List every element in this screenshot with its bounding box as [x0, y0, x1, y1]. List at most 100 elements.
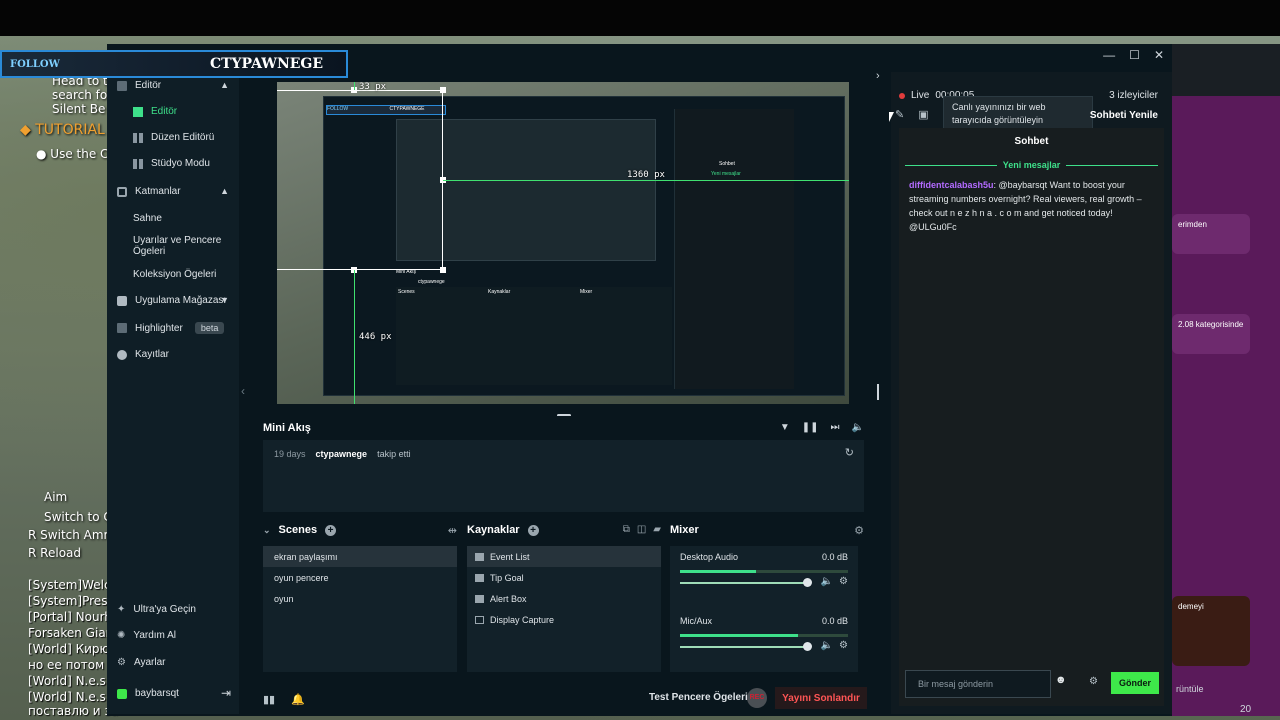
layers-icon[interactable]: ◫: [637, 524, 646, 535]
nav-item-user[interactable]: baybarsqt: [117, 688, 179, 699]
panel-resize-grip[interactable]: [877, 384, 879, 400]
sources-dock: Kaynaklar + ⧉ ◫ ▰ Event List Tip Goal Al…: [467, 520, 661, 672]
nav-item-studio-mode[interactable]: Stüdyo Modu: [133, 158, 210, 169]
browser-footer: rüntüle: [1176, 684, 1204, 694]
scene-transition-icon[interactable]: ⇹: [448, 524, 457, 537]
stream-preview[interactable]: FOLLOW CTYPAWNEGE Mini Akış ctypawnege S…: [277, 82, 849, 404]
nav-item-highlighter[interactable]: Highlighter beta: [117, 322, 225, 334]
source-item[interactable]: Alert Box: [467, 588, 661, 609]
repeat-icon[interactable]: ↻: [845, 446, 854, 459]
chat-log-line: поставлю и за: [28, 704, 119, 718]
source-item[interactable]: Tip Goal: [467, 567, 661, 588]
nav-item-alerts[interactable]: Uyarılar ve Pencere Ögeleri: [133, 235, 223, 257]
volume-slider[interactable]: [680, 642, 812, 651]
follow-label: FOLLOW: [10, 58, 60, 70]
stats-icon[interactable]: ▮▮: [263, 693, 275, 706]
nav-item-layout-editor[interactable]: Düzen Editörü: [133, 132, 214, 143]
pencil-icon[interactable]: ✎: [895, 108, 904, 121]
close-button[interactable]: ✕: [1154, 48, 1164, 62]
chevron-up-icon[interactable]: ▲: [220, 80, 229, 90]
sources-header: Kaynaklar +: [467, 524, 539, 536]
speaker-icon[interactable]: 🔈: [821, 640, 833, 651]
source-item[interactable]: Display Capture: [467, 609, 661, 630]
pause-icon[interactable]: ❚❚: [802, 422, 819, 433]
skip-icon[interactable]: ⏭: [831, 422, 840, 433]
folder-icon[interactable]: ▰: [653, 524, 661, 535]
resize-handle[interactable]: [440, 267, 446, 273]
selection-box[interactable]: [277, 90, 443, 270]
mixer-body: Desktop Audio 0.0 dB 🔈 ⚙ Mic/Aux 0.0 dB 🔈…: [670, 546, 858, 672]
popout-icon[interactable]: ▣: [918, 108, 928, 121]
volume-icon[interactable]: 🔈: [852, 422, 864, 433]
volume-meter: [680, 570, 848, 573]
ultra-icon: ✦: [117, 604, 126, 615]
test-widgets-label[interactable]: Test Pencere Ögeleri: [649, 692, 748, 703]
collapse-nav-icon[interactable]: ‹: [241, 384, 245, 398]
list-icon: [475, 552, 484, 561]
gear-icon[interactable]: ⚙: [854, 524, 864, 537]
chevron-down-icon[interactable]: ▼: [220, 295, 229, 305]
measure-bottom: 446 px: [359, 332, 392, 342]
chevron-down-icon[interactable]: ⌄: [263, 525, 271, 536]
layout-editor-icon: [133, 132, 143, 143]
chat-log-line: [System]Press: [28, 594, 114, 608]
chevron-right-icon[interactable]: ›: [876, 70, 880, 82]
slider-knob[interactable]: [803, 642, 812, 651]
control-hint: Aim: [44, 490, 68, 504]
measure-top: 33 px: [359, 82, 387, 92]
sources-tools: ⧉ ◫ ▰: [623, 524, 661, 535]
nav-item-recordings[interactable]: Kayıtlar: [117, 349, 169, 360]
emoji-icon[interactable]: ☻: [1055, 674, 1067, 686]
chat-input[interactable]: Bir mesaj gönderin: [905, 670, 1051, 698]
tooltip: Canlı yayınınızı bir web tarayıcıda görü…: [943, 96, 1093, 132]
nav-item-ultra[interactable]: ✦ Ultra'ya Geçin: [117, 604, 196, 615]
send-button[interactable]: Gönder: [1111, 672, 1159, 694]
logout-icon[interactable]: ⇥: [221, 686, 231, 700]
nav-item-settings[interactable]: ⚙ Ayarlar: [117, 657, 165, 668]
mixer-header: Mixer: [670, 524, 699, 536]
maximize-button[interactable]: ☐: [1129, 48, 1140, 62]
browser-content: erimden 2.08 kategorisinde demeyi: [1172, 96, 1280, 716]
scene-item[interactable]: oyun pencere: [263, 567, 457, 588]
beta-badge: beta: [194, 322, 225, 334]
nav-item-collection[interactable]: Koleksiyon Ögeleri: [133, 269, 216, 280]
refresh-chat-button[interactable]: Sohbeti Yenile: [1090, 110, 1158, 121]
filter-icon[interactable]: ▼: [780, 422, 790, 433]
nav-item-help[interactable]: ✺ Yardım Al: [117, 630, 176, 641]
nested-mini-row: ctypawnege: [418, 279, 445, 285]
scene-item[interactable]: oyun: [263, 588, 457, 609]
viewer-count: 3 izleyiciler: [1109, 90, 1158, 101]
scenes-dock: ⌄ Scenes + ⇹ ekran paylaşımı oyun pencer…: [263, 520, 457, 672]
volume-slider[interactable]: [680, 578, 812, 587]
nav-item-editor[interactable]: Editör: [133, 106, 177, 117]
nav-group-editor[interactable]: Editör: [117, 80, 161, 91]
bottom-bar: ▮▮ 🔔 Test Pencere Ögeleri REC Yayını Son…: [239, 684, 874, 714]
nav-item-app-store[interactable]: Uygulama Mağazası: [117, 295, 226, 306]
gear-icon[interactable]: ⚙: [839, 640, 848, 651]
source-item[interactable]: Event List: [467, 546, 661, 567]
nav-group-layers[interactable]: Katmanlar: [117, 186, 181, 197]
add-scene-button[interactable]: +: [325, 524, 337, 536]
nav-item-scene[interactable]: Sahne: [133, 213, 162, 224]
minimize-button[interactable]: —: [1103, 48, 1115, 62]
resize-handle[interactable]: [440, 87, 446, 93]
studio-mode-icon: [133, 158, 143, 169]
measure-right: 1360 px: [627, 170, 665, 180]
chevron-up-icon[interactable]: ▲: [220, 186, 229, 196]
monitor-icon[interactable]: ⧉: [623, 524, 630, 535]
sources-list: Event List Tip Goal Alert Box Display Ca…: [467, 546, 661, 672]
gear-icon[interactable]: ⚙: [1089, 676, 1098, 687]
slider-knob[interactable]: [803, 578, 812, 587]
background-browser: erimden 2.08 kategorisinde demeyi rüntül…: [1172, 44, 1280, 716]
record-button[interactable]: REC: [747, 688, 767, 708]
new-messages-divider: Yeni mesajlar: [905, 160, 1159, 170]
end-stream-button[interactable]: Yayını Sonlandır: [775, 687, 867, 709]
letterbox-top: [0, 0, 1280, 36]
left-navigation: Editör ▲ Editör Düzen Editörü Stüdyo Mod…: [107, 72, 239, 714]
bell-icon[interactable]: 🔔: [291, 693, 305, 706]
speaker-icon[interactable]: 🔈: [821, 576, 833, 587]
scene-item[interactable]: ekran paylaşımı: [263, 546, 457, 567]
gear-icon[interactable]: ⚙: [839, 576, 848, 587]
add-source-button[interactable]: +: [527, 524, 539, 536]
message-author[interactable]: diffidentcalabash5u: [909, 180, 994, 190]
